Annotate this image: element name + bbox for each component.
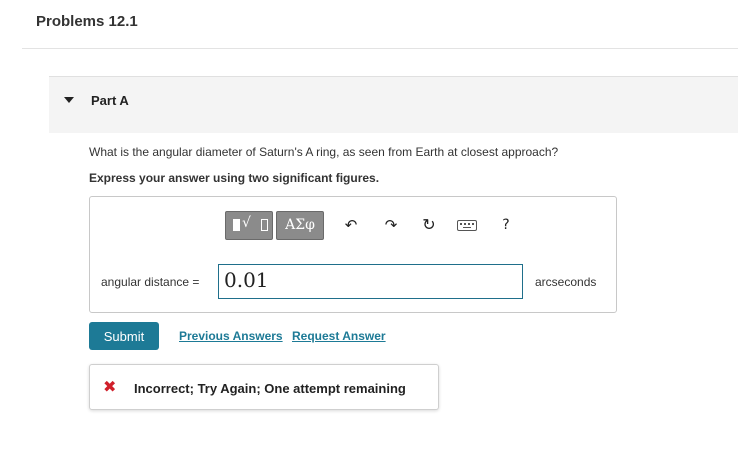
undo-icon[interactable]: ↶ [343,217,359,233]
previous-answers-link[interactable]: Previous Answers [179,329,283,343]
answer-box: √ ΑΣφ ↶ ↷ ↻ ? angular distance = 0.01 ar… [89,196,617,313]
templates-button[interactable]: √ [225,211,273,240]
answer-field-label: angular distance = [101,275,200,289]
greek-symbols-button[interactable]: ΑΣφ [276,211,324,240]
keyboard-icon[interactable] [457,220,477,231]
units-label: arcseconds [535,275,597,289]
feedback-box: ✖ Incorrect; Try Again; One attempt rema… [89,364,439,410]
part-label: Part A [91,93,129,108]
incorrect-x-icon: ✖ [103,377,117,396]
caret-down-icon[interactable] [64,97,74,103]
redo-icon[interactable]: ↷ [383,217,399,233]
help-icon[interactable]: ? [498,217,514,233]
question-text: What is the angular diameter of Saturn's… [89,145,559,159]
page-title: Problems 12.1 [36,13,138,30]
feedback-text: Incorrect; Try Again; One attempt remain… [134,381,406,396]
reset-icon[interactable]: ↻ [421,217,437,233]
request-answer-link[interactable]: Request Answer [292,329,386,343]
answer-instruction: Express your answer using two significan… [89,171,380,185]
submit-button[interactable]: Submit [89,322,159,350]
top-divider [22,48,738,49]
part-a-header[interactable]: Part A [49,76,738,133]
answer-input[interactable]: 0.01 [218,264,523,299]
